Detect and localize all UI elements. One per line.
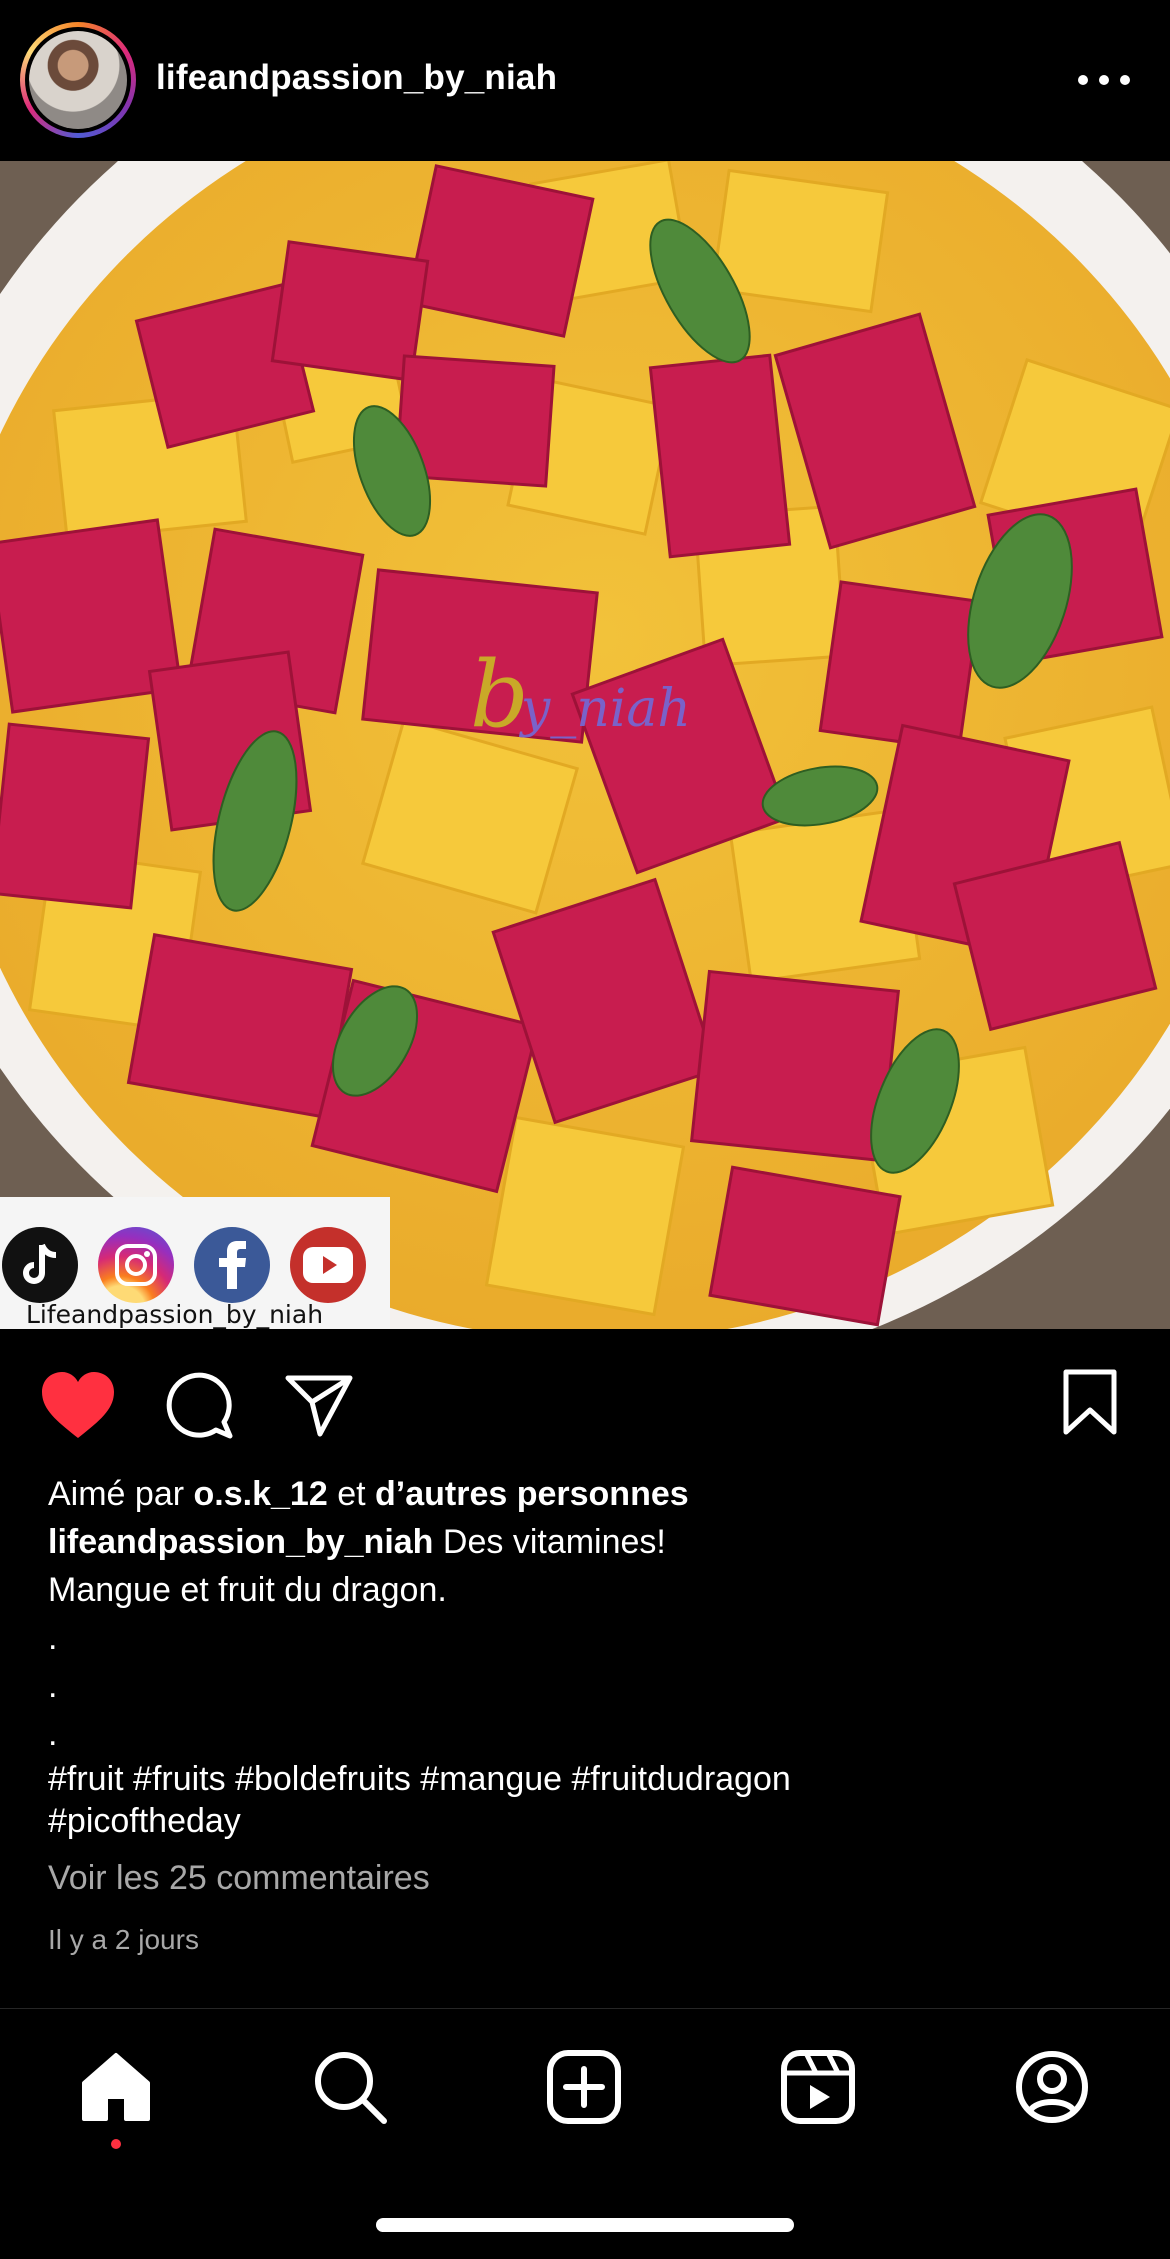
avatar[interactable] (29, 31, 127, 129)
instagram-icon (98, 1227, 174, 1303)
post-image[interactable]: by_niah Lifeandpassion_by_niah (0, 161, 1170, 1329)
more-dot (1099, 75, 1109, 85)
caption-dot: . (48, 1619, 58, 1657)
home-icon[interactable] (78, 2049, 154, 2125)
likes-line[interactable]: Aimé par o.s.k_12 et d’autres personnes (48, 1470, 1128, 1518)
social-handle-label: Lifeandpassion_by_niah (26, 1300, 324, 1329)
more-icon[interactable] (1078, 68, 1130, 92)
view-comments-link[interactable]: Voir les 25 commentaires (48, 1854, 1128, 1902)
watermark-text: y_niah (520, 679, 691, 739)
caption-text-line2: Mangue et fruit du dragon. (48, 1571, 447, 1609)
caption-dot: . (48, 1667, 58, 1705)
home-active-dot (111, 2139, 121, 2149)
facebook-icon (194, 1227, 270, 1303)
tiktok-icon (2, 1227, 78, 1303)
story-ring[interactable] (20, 22, 136, 138)
caption-dot: . (48, 1715, 58, 1753)
hashtags-line[interactable]: #fruit #fruits #boldefruits #mangue #fru… (48, 1758, 1128, 1800)
profile-icon[interactable] (1014, 2049, 1090, 2125)
create-icon[interactable] (546, 2049, 622, 2125)
instagram-post-screen: lifeandpassion_by_niah by_niah Lifeandpa… (0, 0, 1170, 2259)
post-actions (0, 1330, 1170, 1470)
bookmark-icon[interactable] (1062, 1368, 1118, 1436)
heart-icon[interactable] (40, 1370, 116, 1440)
search-icon[interactable] (312, 2049, 388, 2125)
post-header: lifeandpassion_by_niah (0, 0, 1170, 161)
likes-conj: et (337, 1475, 366, 1513)
caption-line: lifeandpassion_by_niah Des vitamines! (48, 1518, 1128, 1566)
post-username[interactable]: lifeandpassion_by_niah (156, 58, 557, 98)
avatar-frame (25, 27, 131, 133)
share-icon[interactable] (284, 1372, 354, 1438)
youtube-icon (290, 1227, 366, 1303)
reels-icon[interactable] (780, 2049, 856, 2125)
hashtags: #fruit #fruits #boldefruits #mangue #fru… (48, 1758, 1128, 1842)
comment-icon[interactable] (164, 1370, 234, 1440)
social-strip: Lifeandpassion_by_niah (0, 1197, 390, 1329)
caption-author[interactable]: lifeandpassion_by_niah (48, 1523, 433, 1561)
post-caption-block: Aimé par o.s.k_12 et d’autres personnes … (48, 1470, 1128, 1964)
likes-user[interactable]: o.s.k_12 (194, 1475, 328, 1513)
watermark: by_niah (470, 641, 691, 748)
likes-others[interactable]: d’autres personnes (375, 1475, 689, 1513)
more-dot (1120, 75, 1130, 85)
more-dot (1078, 75, 1088, 85)
likes-prefix: Aimé par (48, 1475, 185, 1513)
hashtags-line[interactable]: #picoftheday (48, 1800, 1128, 1842)
post-timestamp: Il y a 2 jours (48, 1924, 199, 1955)
caption-text: Des vitamines! (442, 1523, 666, 1561)
home-indicator[interactable] (376, 2218, 794, 2232)
